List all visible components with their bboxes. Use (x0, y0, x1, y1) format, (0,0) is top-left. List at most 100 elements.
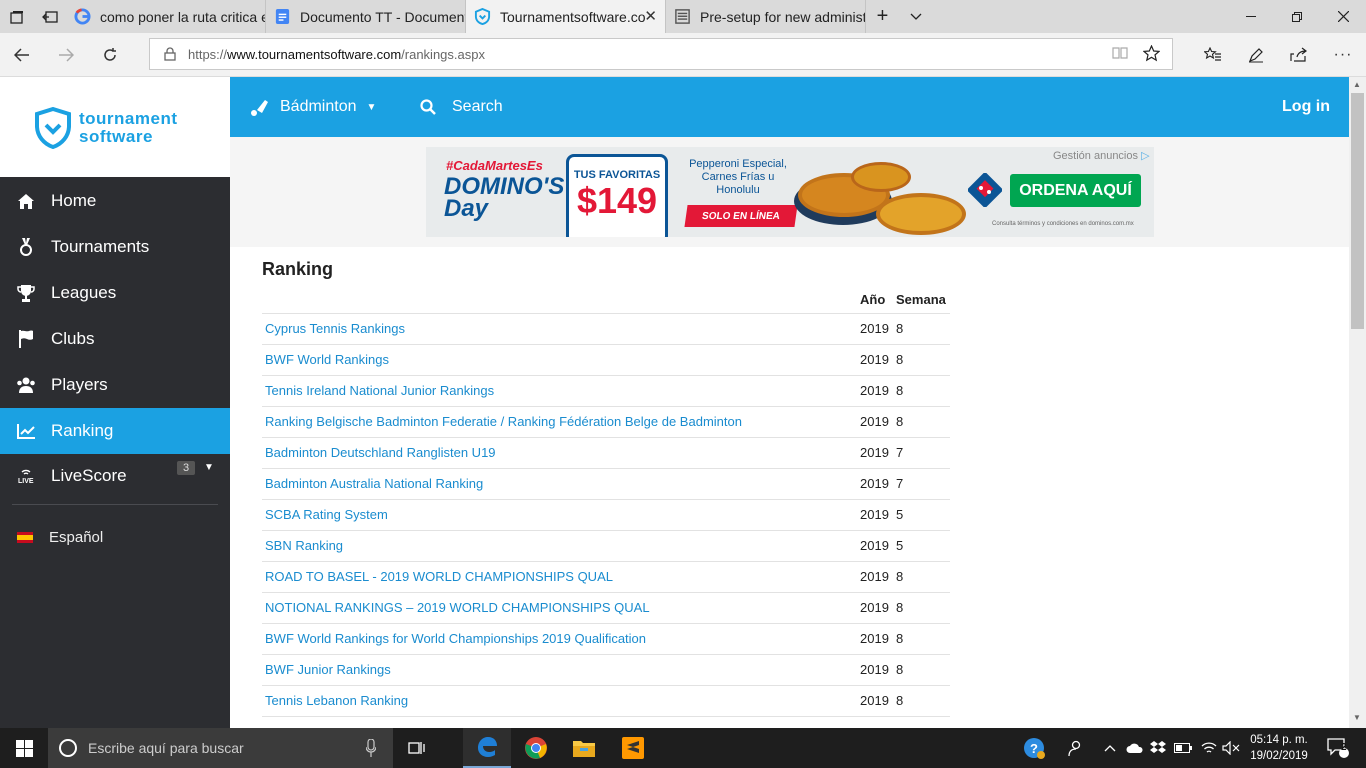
ranking-year-cell: 2019 (857, 406, 893, 438)
share-icon[interactable] (1283, 39, 1315, 71)
edge-app-icon[interactable] (463, 728, 511, 768)
tab-title: Pre-setup for new administ (700, 8, 866, 25)
wifi-icon[interactable] (1198, 728, 1220, 768)
svg-text:LIVE: LIVE (18, 478, 34, 484)
ranking-table: Año Semana Cyprus Tennis Rankings 2019 8 BW… (262, 287, 950, 717)
people-icon[interactable] (1062, 728, 1088, 768)
home-icon (0, 193, 51, 209)
file-explorer-icon[interactable] (560, 728, 608, 768)
ranking-year-cell: 2019 (857, 437, 893, 469)
sport-label: Bádminton (280, 98, 357, 115)
scroll-down-icon[interactable]: ▼ (1353, 713, 1361, 722)
top-navbar: Bádminton ▼ Search Log in (230, 77, 1349, 137)
ranking-year-cell: 2019 (857, 623, 893, 655)
show-hidden-icons-chevron-icon[interactable] (1100, 728, 1120, 768)
taskbar-search-box[interactable]: Escribe aquí para buscar (48, 728, 393, 768)
dominos-banner-ad[interactable]: #CadaMartesEs DOMINO'S Day TUS FAVORITAS… (426, 147, 1154, 237)
ranking-year-cell: 2019 (857, 561, 893, 593)
scrollbar-thumb[interactable] (1351, 93, 1364, 329)
tab-actions-icon[interactable] (0, 0, 33, 33)
caret-down-icon: ▼ (366, 101, 377, 113)
microphone-icon[interactable] (366, 739, 376, 757)
shield-logo-icon (35, 107, 71, 149)
sport-selector[interactable]: Bádminton ▼ (250, 77, 376, 137)
favorite-star-icon[interactable] (1142, 44, 1161, 67)
tab-google[interactable]: como poner la ruta critica e (66, 0, 266, 33)
ad-manage-link[interactable]: Gestión anuncios ▷ (1053, 149, 1150, 162)
page-scrollbar[interactable]: ▲ ▼ (1349, 77, 1366, 728)
login-link[interactable]: Log in (1282, 77, 1330, 137)
more-menu-icon[interactable]: ··· (1327, 39, 1359, 71)
sidebar-item-home[interactable]: Home (0, 178, 230, 224)
ranking-link[interactable]: NOTIONAL RANKINGS – 2019 WORLD CHAMPIONS… (265, 600, 650, 615)
windows-start-button[interactable] (0, 728, 48, 768)
scroll-up-icon[interactable]: ▲ (1353, 80, 1361, 89)
tab-tournamentsoftware[interactable]: Tournamentsoftware.co ✕ (466, 0, 666, 33)
help-icon[interactable]: ? (1020, 728, 1048, 768)
ranking-link[interactable]: ROAD TO BASEL - 2019 WORLD CHAMPIONSHIPS… (265, 569, 613, 584)
ranking-link[interactable]: SCBA Rating System (265, 507, 388, 522)
ranking-link[interactable]: SBN Ranking (265, 538, 343, 553)
close-window-icon[interactable] (1320, 0, 1366, 33)
dropbox-icon[interactable] (1148, 728, 1168, 768)
favorites-hub-icon[interactable] (1197, 39, 1229, 71)
ranking-link[interactable]: Badminton Deutschland Ranglisten U19 (265, 445, 496, 460)
column-header-week: Semana (893, 287, 950, 314)
sidebar: tournament software Home Tournaments Lea… (0, 77, 230, 728)
ad-brand-day: DOMINO'S Day (444, 173, 565, 222)
close-tab-icon[interactable]: ✕ (644, 7, 657, 25)
onedrive-icon[interactable] (1124, 728, 1146, 768)
sidebar-item-players[interactable]: Players (0, 362, 230, 408)
sublime-text-icon[interactable] (609, 728, 657, 768)
url-input[interactable]: https://www.tournamentsoftware.com/ranki… (149, 38, 1173, 70)
pen-notes-icon[interactable] (1240, 39, 1272, 71)
search-button[interactable]: Search (420, 77, 503, 137)
ranking-link[interactable]: Badminton Australia National Ranking (265, 476, 483, 491)
logo[interactable]: tournament software (0, 77, 230, 177)
ranking-year-cell: 2019 (857, 468, 893, 500)
reading-view-icon[interactable] (1112, 46, 1128, 65)
ranking-link[interactable]: BWF Junior Rankings (265, 662, 391, 677)
sidebar-item-tournaments[interactable]: Tournaments (0, 224, 230, 270)
tab-list-chevron-icon[interactable] (899, 0, 932, 33)
sidebar-item-clubs[interactable]: Clubs (0, 316, 230, 362)
restore-icon[interactable] (1274, 0, 1320, 33)
sidebar-item-label: Players (51, 375, 108, 394)
taskbar-clock[interactable]: 05:14 p. m. 19/02/2019 (1244, 732, 1314, 764)
ranking-name-cell: SCBA Rating System (262, 499, 857, 531)
caret-down-icon[interactable]: ▼ (204, 462, 214, 473)
ad-price: $149 (576, 180, 658, 221)
ranking-link[interactable]: Tennis Ireland National Junior Rankings (265, 383, 494, 398)
action-center-icon[interactable]: 2 (1318, 728, 1358, 768)
ranking-name-cell: Badminton Deutschland Ranglisten U19 (262, 437, 857, 469)
back-arrow-icon[interactable] (6, 39, 38, 71)
ranking-year-cell: 2019 (857, 313, 893, 345)
page-icon (675, 9, 690, 24)
task-view-icon[interactable] (393, 728, 441, 768)
tab-document[interactable]: Documento TT - Document (266, 0, 466, 33)
ranking-link[interactable]: BWF World Rankings for World Championshi… (265, 631, 646, 646)
ad-order-button[interactable]: ORDENA AQUÍ (1010, 174, 1141, 207)
set-tabs-aside-icon[interactable] (33, 0, 66, 33)
sidebar-item-leagues[interactable]: Leagues (0, 270, 230, 316)
table-row: Cyprus Tennis Rankings 2019 8 (262, 313, 950, 345)
ranking-link[interactable]: Cyprus Tennis Rankings (265, 321, 405, 336)
volume-muted-icon[interactable] (1220, 728, 1242, 768)
ranking-link[interactable]: Tennis Lebanon Ranking (265, 693, 408, 708)
ranking-name-cell: Cyprus Tennis Rankings (262, 313, 857, 345)
battery-icon[interactable] (1172, 728, 1194, 768)
sidebar-item-livescore[interactable]: LIVE LiveScore 3 ▼ (0, 453, 230, 499)
ranking-link[interactable]: Ranking Belgische Badminton Federatie / … (265, 414, 742, 429)
ranking-week-cell: 8 (893, 685, 950, 717)
new-tab-icon[interactable]: + (866, 0, 899, 33)
ranking-link[interactable]: BWF World Rankings (265, 352, 389, 367)
ranking-week-cell: 8 (893, 344, 950, 376)
refresh-icon[interactable] (94, 39, 126, 71)
sidebar-item-ranking[interactable]: Ranking (0, 408, 230, 454)
adchoices-icon: ▷ (1141, 150, 1150, 162)
minimize-icon[interactable] (1228, 0, 1274, 33)
tab-presetup[interactable]: Pre-setup for new administ (666, 0, 866, 33)
chrome-app-icon[interactable] (512, 728, 560, 768)
language-selector[interactable]: Español (0, 517, 230, 557)
forward-arrow-icon[interactable] (50, 39, 82, 71)
